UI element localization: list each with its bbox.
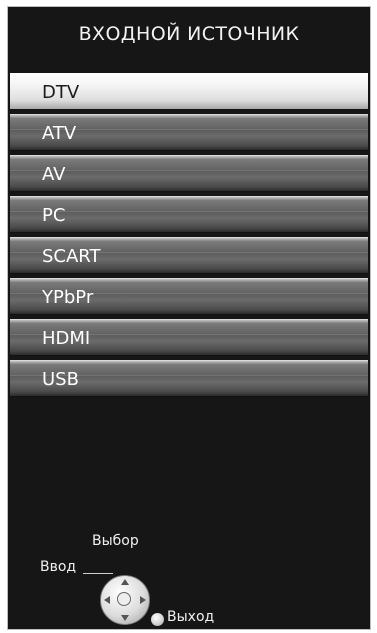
source-item-scart[interactable]: SCART [10,237,368,274]
source-item-pc[interactable]: PC [10,196,368,233]
exit-hint-label: Выход [167,609,215,625]
source-item-hdmi[interactable]: HDMI [10,319,368,356]
source-item-dtv[interactable]: DTV [10,73,368,110]
arrow-up-icon [121,579,129,585]
source-item-atv[interactable]: ATV [10,114,368,151]
source-item-ypbpr[interactable]: YPbPr [10,278,368,315]
source-item-usb[interactable]: USB [10,360,368,397]
remote-help-legend: Выбор Ввод Выход [8,527,370,627]
arrow-left-icon [104,596,110,604]
enter-hint-label: Ввод [40,559,77,575]
select-hint-label: Выбор [92,533,139,549]
page-title: ВХОДНОЙ ИСТОЧНИК [78,23,300,45]
dpad-icon [100,575,150,625]
ok-button-icon [117,592,131,606]
arrow-down-icon [121,615,129,621]
exit-button-icon [151,613,164,626]
arrow-right-icon [140,596,146,604]
tv-osd-screen: ВХОДНОЙ ИСТОЧНИК DTV ATV AV PC SCART YPb… [7,6,371,630]
enter-pointer-line [83,573,113,574]
source-item-av[interactable]: AV [10,155,368,192]
input-source-list: DTV ATV AV PC SCART YPbPr HDMI USB [10,73,368,401]
